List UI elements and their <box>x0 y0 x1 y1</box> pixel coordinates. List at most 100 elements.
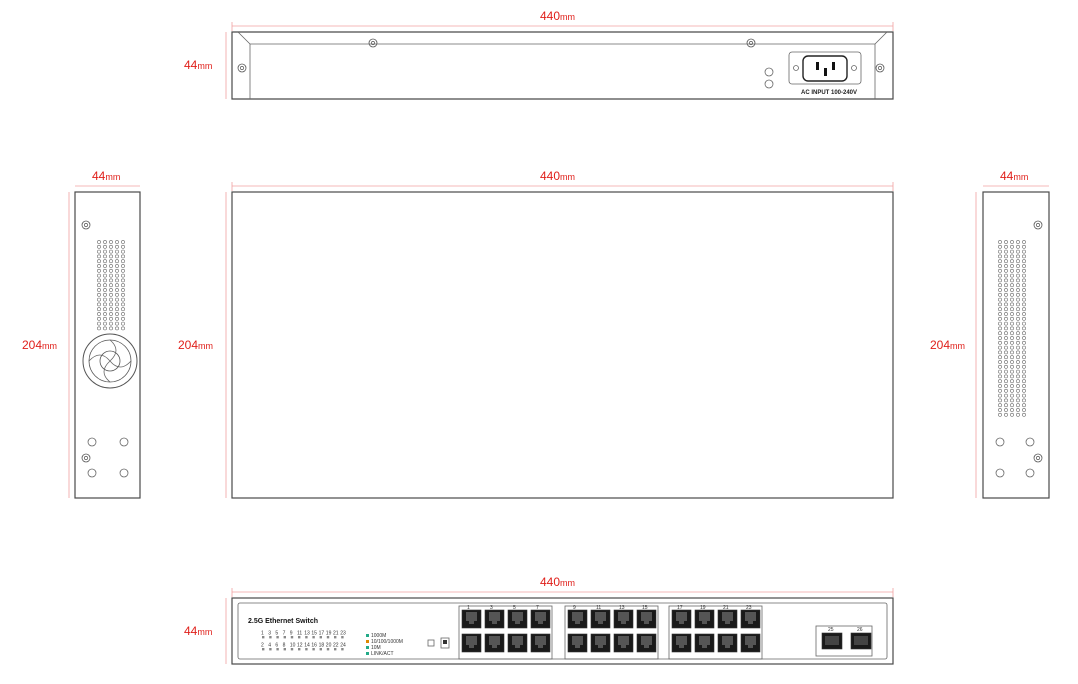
sfp-port-label: 26 <box>857 627 863 633</box>
right-side-view: 44mm 204mm <box>930 169 1050 499</box>
vent-hole <box>121 254 125 259</box>
vent-hole <box>103 297 107 302</box>
vent-hole <box>1010 268 1014 273</box>
rj45-port[interactable] <box>717 609 738 629</box>
vent-hole <box>109 244 113 249</box>
port-number-label: 1 <box>467 605 470 611</box>
port-number-label: 21 <box>723 605 729 611</box>
vent-hole <box>1016 388 1020 393</box>
rj45-port[interactable] <box>694 633 715 653</box>
rj45-port[interactable] <box>671 633 692 653</box>
rj45-port[interactable] <box>567 609 588 629</box>
rj45-port[interactable] <box>461 609 482 629</box>
vent-hole <box>1010 292 1014 297</box>
vent-hole <box>1010 384 1014 388</box>
led-legend: 1000M 10/100/1000M 10M LINK/ACT <box>366 633 403 657</box>
vent-hole <box>1022 254 1026 259</box>
vent-hole <box>1004 374 1008 379</box>
vent-hole <box>121 249 125 254</box>
vent-hole <box>1022 316 1026 321</box>
led-port-number: 1 <box>261 631 264 637</box>
vent-hole <box>1022 398 1026 403</box>
sfp-port-label: 25 <box>828 627 834 633</box>
vent-hole <box>1010 316 1014 321</box>
rj45-port[interactable] <box>590 609 611 629</box>
vent-hole <box>1016 312 1020 316</box>
vent-hole <box>115 316 119 321</box>
rj45-port[interactable] <box>613 633 634 653</box>
vent-hole <box>121 312 125 316</box>
led-port-number: 8 <box>283 643 286 649</box>
vent-hole <box>103 316 107 321</box>
vent-hole <box>1016 297 1020 302</box>
vent-hole <box>1010 412 1014 417</box>
rj45-port[interactable] <box>567 633 588 653</box>
vent-hole <box>1010 249 1014 254</box>
vent-hole <box>109 254 113 259</box>
vent-hole <box>1016 259 1020 264</box>
rj45-port[interactable] <box>484 609 505 629</box>
vent-hole <box>998 288 1002 292</box>
vent-hole <box>1010 331 1014 336</box>
rj45-port[interactable] <box>461 633 482 653</box>
vent-hole <box>1004 350 1008 355</box>
port-number-label: 13 <box>619 605 625 611</box>
vent-hole <box>1010 388 1014 393</box>
vent-hole <box>121 278 125 283</box>
mode-switch[interactable] <box>427 637 450 649</box>
port-number-label: 11 <box>596 605 601 611</box>
vent-hole <box>1022 331 1026 336</box>
vent-hole <box>97 249 101 254</box>
led-port-number: 15 <box>311 631 317 637</box>
led-port-number: 14 <box>304 643 310 649</box>
port-number-label: 19 <box>700 605 706 611</box>
rj45-port[interactable] <box>636 609 657 629</box>
vent-hole <box>109 240 113 244</box>
vent-hole <box>998 403 1002 408</box>
rj45-port[interactable] <box>740 633 761 653</box>
vent-hole <box>1004 259 1008 264</box>
vent-hole <box>998 364 1002 369</box>
vent-hole <box>998 326 1002 331</box>
rj45-port[interactable] <box>671 609 692 629</box>
led-port-number: 24 <box>340 643 346 649</box>
vent-hole <box>998 398 1002 403</box>
vent-hole <box>998 340 1002 345</box>
vent-hole <box>115 283 119 288</box>
rj45-port[interactable] <box>530 633 551 653</box>
rj45-port[interactable] <box>507 633 528 653</box>
vent-hole <box>1010 379 1014 384</box>
vent-holes <box>998 240 1026 417</box>
rj45-port[interactable] <box>636 633 657 653</box>
vent-hole <box>1022 374 1026 379</box>
vent-hole <box>103 283 107 288</box>
vent-hole <box>121 268 125 273</box>
vent-hole <box>1022 240 1026 244</box>
rj45-port[interactable] <box>740 609 761 629</box>
led-port-number: 17 <box>319 631 325 637</box>
vent-hole <box>115 273 119 278</box>
vent-hole <box>115 254 119 259</box>
vent-hole <box>1004 336 1008 340</box>
vent-hole <box>1016 355 1020 360</box>
vent-hole <box>1016 340 1020 345</box>
top-view: 440mm 204mm <box>178 169 894 499</box>
rj45-port[interactable] <box>530 609 551 629</box>
vent-hole <box>1016 364 1020 369</box>
rj45-port[interactable] <box>694 609 715 629</box>
rj45-port[interactable] <box>717 633 738 653</box>
rj45-port[interactable] <box>507 609 528 629</box>
rj45-port[interactable] <box>590 633 611 653</box>
vent-hole <box>103 244 107 249</box>
vent-hole <box>1022 312 1026 316</box>
vent-hole <box>97 259 101 264</box>
vent-hole <box>1010 278 1014 283</box>
rj45-port[interactable] <box>484 633 505 653</box>
vent-hole <box>1010 364 1014 369</box>
rj45-port[interactable] <box>613 609 634 629</box>
led-port-number: 16 <box>311 643 317 649</box>
vent-hole <box>103 249 107 254</box>
port-number-label: 7 <box>536 605 539 611</box>
vent-hole <box>998 283 1002 288</box>
vent-hole <box>1004 321 1008 326</box>
